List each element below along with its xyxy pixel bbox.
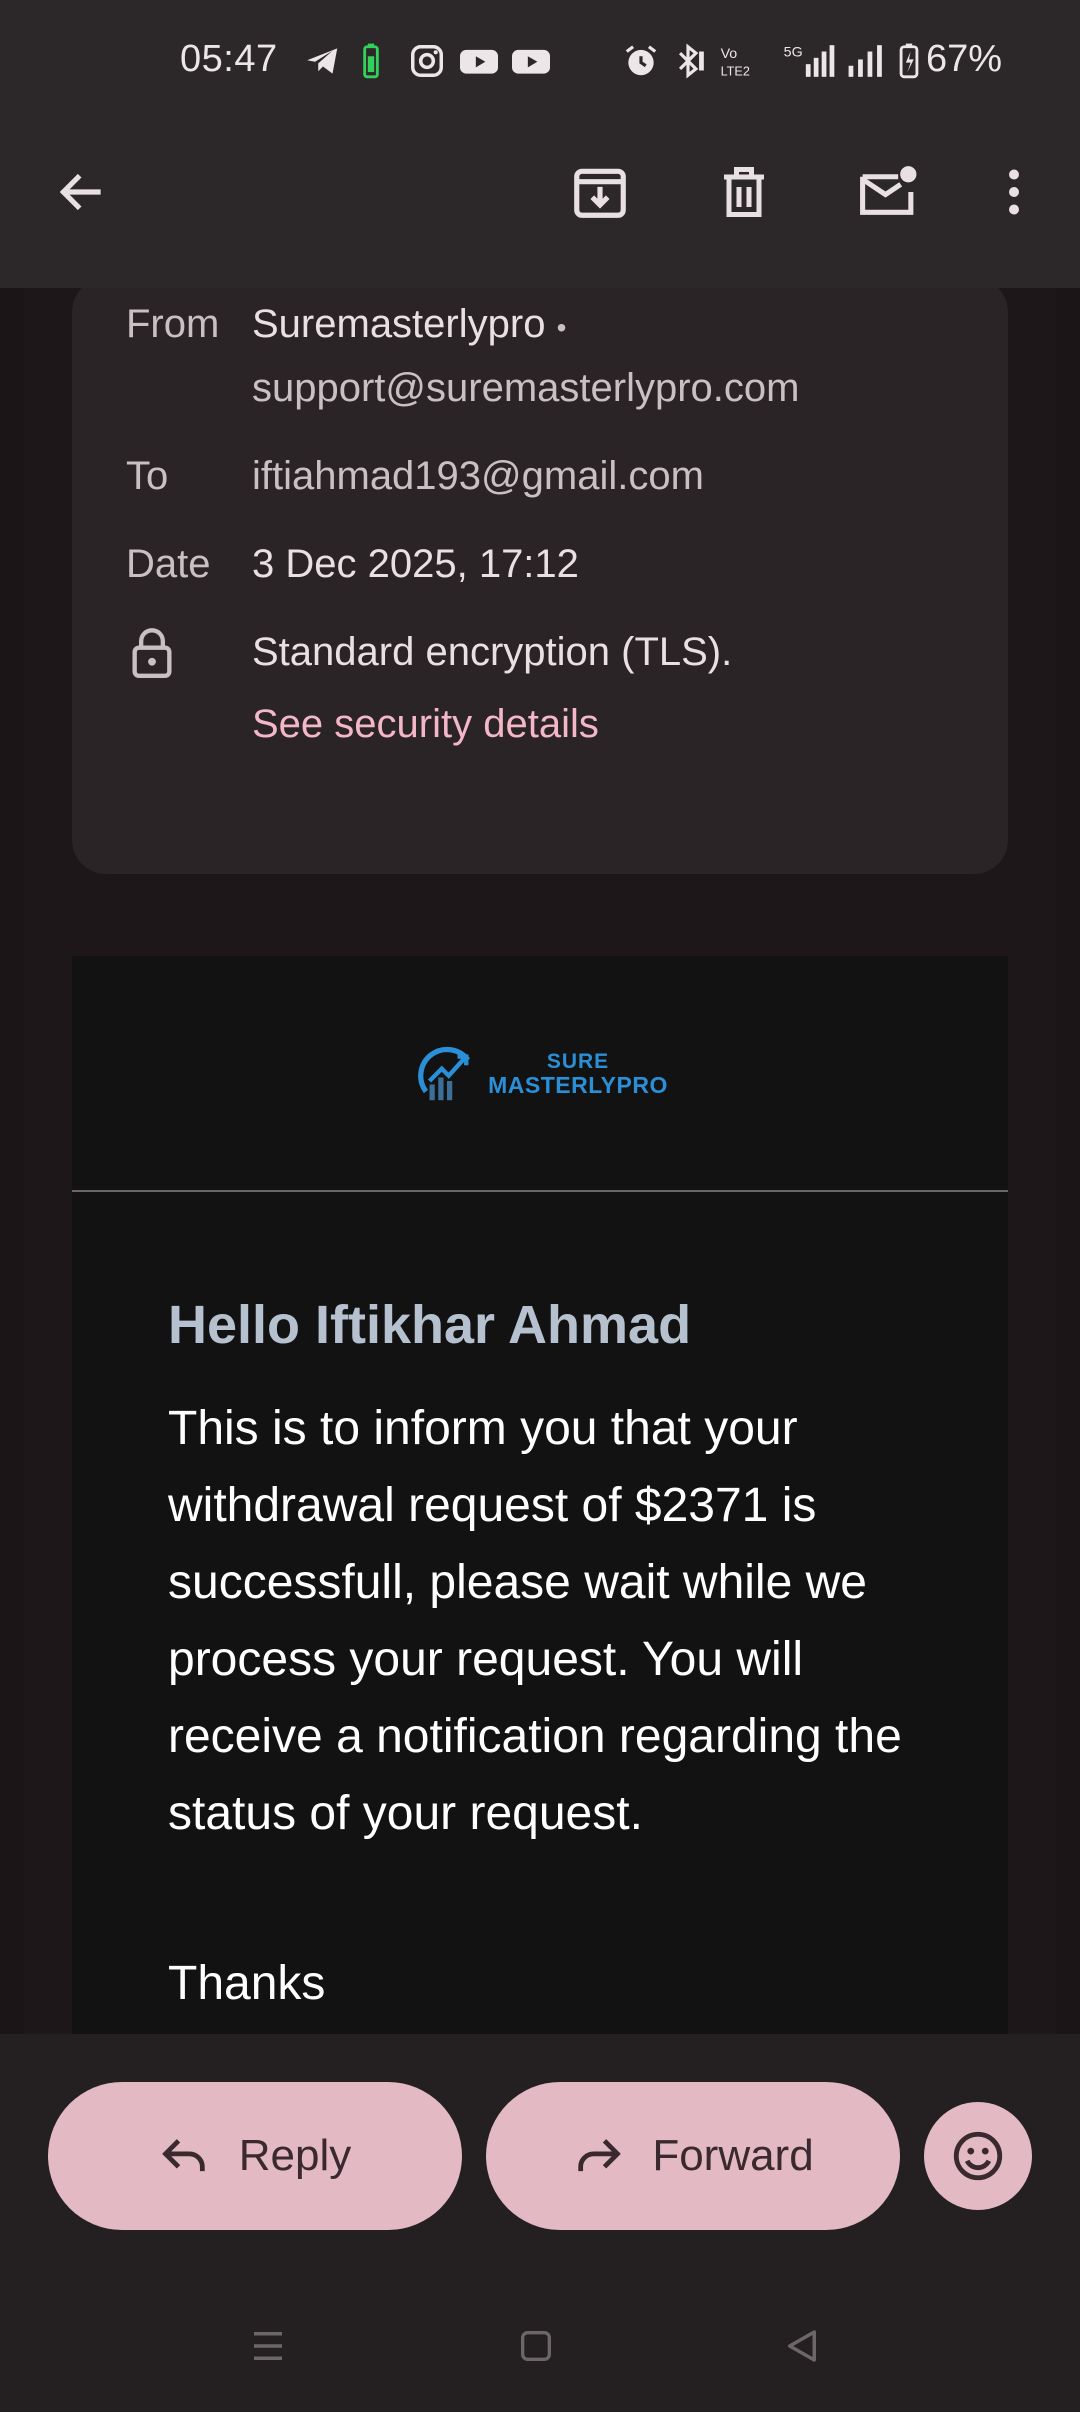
logo-text-sure: SURE [546,1050,610,1073]
home-button[interactable] [496,2318,576,2374]
email-details-card: From Suremasterlypro • support@suremaste… [72,288,1008,874]
encryption-info: Standard encryption (TLS). [252,630,733,674]
closing-text: Thanks [168,1957,326,2010]
5g-signal-icon: 5G [784,44,835,77]
sender-email[interactable]: support@suremasterlypro.com [252,366,799,411]
emoji-reaction-button[interactable] [924,2102,1032,2210]
company-logo: SURE MASTERLYPRO [72,956,1008,1192]
instagram-icon [411,45,443,77]
mark-unread-button[interactable] [840,144,936,240]
forward-icon [578,2139,622,2172]
battery-saver-icon [363,43,379,79]
to-label: To [126,454,169,498]
greeting-heading: Hello Iftikhar Ahmad [168,1295,692,1355]
smiley-icon [953,2131,1003,2181]
date-label: Date [126,542,211,586]
back-button[interactable] [34,144,130,240]
back-arrow-icon [59,173,101,211]
chart-swoosh-icon [418,1046,471,1101]
bluetooth-icon [678,43,704,79]
security-details-link[interactable]: See security details [252,702,599,747]
from-line: Suremasterlypro • [252,302,566,347]
svg-text:LTE2: LTE2 [721,64,750,78]
reply-icon [161,2139,205,2172]
youtube-icon [512,49,550,74]
forward-label: Forward [652,2131,814,2180]
youtube-icon [460,49,498,74]
separator-dot: • [556,312,567,343]
message-paragraph: This is to inform you that your withdraw… [168,1402,902,1840]
reply-label: Reply [238,2131,352,2180]
mark-unread-icon [860,166,917,215]
svg-text:Vo: Vo [721,46,738,62]
signal-icon [848,45,882,77]
delete-icon [724,167,764,217]
back-nav-button[interactable] [762,2318,842,2374]
telegram-icon [307,48,338,74]
triangle-back-icon [788,2330,816,2362]
forward-button[interactable]: Forward [486,2082,900,2230]
status-time: 05:47 [180,38,278,80]
alarm-icon [625,45,657,76]
lock-icon [132,628,172,678]
email-body: SURE MASTERLYPRO Hello Iftikhar Ahmad Th… [72,956,1008,2034]
reply-button[interactable]: Reply [48,2082,462,2230]
logo-text-masterlypro: MASTERLYPRO [488,1072,668,1098]
menu-lines-icon [254,2332,282,2360]
date-value: 3 Dec 2025, 17:12 [252,542,579,586]
more-options-button[interactable] [966,144,1062,240]
battery-percent: 67% [926,38,1003,80]
email-content[interactable]: From Suremasterlypro • support@suremaste… [24,288,1056,2034]
sender-name: Suremasterlypro [252,302,546,346]
recent-apps-button[interactable] [228,2318,308,2374]
battery-icon [899,43,919,79]
delete-button[interactable] [696,144,792,240]
from-label: From [126,302,220,346]
recipient-email[interactable]: iftiahmad193@gmail.com [252,454,704,499]
more-vert-icon [1009,169,1019,215]
volte-icon: Vo LTE2 [721,46,750,78]
divider [72,1190,1008,1192]
archive-button[interactable] [552,144,648,240]
svg-text:5G: 5G [784,44,803,60]
archive-icon [574,168,626,218]
square-icon [521,2331,551,2361]
